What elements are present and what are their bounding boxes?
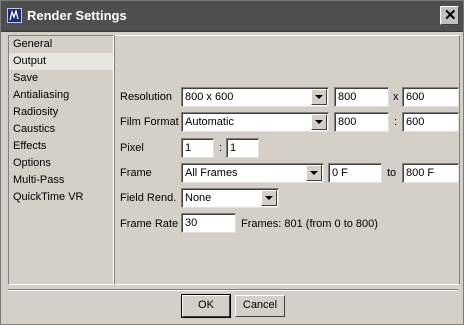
sidebar-item-antialiasing[interactable]: Antialiasing <box>9 87 113 104</box>
sidebar-item-caustics[interactable]: Caustics <box>9 121 113 138</box>
resolution-height-field[interactable]: 600 <box>402 87 459 107</box>
chevron-down-icon[interactable] <box>261 190 277 206</box>
sidebar-item-quicktime-vr[interactable]: QuickTime VR <box>9 189 113 206</box>
frame-range-value: All Frames <box>185 167 238 179</box>
frame-rate-label: Frame Rate <box>120 218 179 230</box>
chevron-down-icon[interactable] <box>311 114 327 130</box>
field-rend-select[interactable]: None <box>181 188 279 208</box>
sidebar-item-options[interactable]: Options <box>9 155 113 172</box>
ok-button[interactable]: OK <box>181 294 231 318</box>
sidebar-item-output[interactable]: Output <box>9 53 113 70</box>
sidebar-item-multi-pass[interactable]: Multi-Pass <box>9 172 113 189</box>
frame-rate-field[interactable]: 30 <box>181 213 236 233</box>
pixel-x-field[interactable]: 1 <box>181 138 214 158</box>
close-button[interactable]: ✕ <box>440 6 459 25</box>
frame-to-field[interactable]: 800 F <box>402 163 459 183</box>
title-bar[interactable]: Render Settings ✕ <box>1 1 463 32</box>
app-icon <box>7 8 22 23</box>
resolution-preset-value: 800 x 600 <box>185 91 234 103</box>
category-list: General Output Save Antialiasing Radiosi… <box>8 35 114 285</box>
film-format-label: Film Format <box>120 116 179 128</box>
film-format-select[interactable]: Automatic <box>181 112 329 132</box>
chevron-down-icon[interactable] <box>311 89 327 105</box>
frames-info-text: Frames: 801 (from 0 to 800) <box>241 218 378 230</box>
film-format-separator: : <box>394 116 398 128</box>
sidebar-item-save[interactable]: Save <box>9 70 113 87</box>
sidebar-item-radiosity[interactable]: Radiosity <box>9 104 113 121</box>
frame-range-select[interactable]: All Frames <box>181 163 324 183</box>
film-format-width-field[interactable]: 800 <box>334 112 389 132</box>
film-format-height-field[interactable]: 600 <box>402 112 459 132</box>
bottom-divider <box>8 289 458 291</box>
close-icon: ✕ <box>444 7 457 24</box>
pixel-label: Pixel <box>120 142 144 154</box>
field-rend-value: None <box>185 192 212 204</box>
frame-to-label: to <box>387 167 397 179</box>
sidebar-item-general[interactable]: General <box>9 36 113 53</box>
chevron-down-icon[interactable] <box>306 165 322 181</box>
resolution-width-field[interactable]: 800 <box>334 87 389 107</box>
resolution-preset-select[interactable]: 800 x 600 <box>181 87 329 107</box>
pixel-separator: : <box>219 142 223 154</box>
resolution-separator: x <box>393 91 399 103</box>
cancel-button[interactable]: Cancel <box>235 295 285 317</box>
render-settings-window: Render Settings ✕ General Output Save An… <box>0 0 464 325</box>
field-rend-label: Field Rend. <box>120 192 177 204</box>
sidebar-item-effects[interactable]: Effects <box>9 138 113 155</box>
window-title: Render Settings <box>27 8 127 23</box>
output-panel: Resolution 800 x 600 800 x 600 Film Form… <box>114 35 460 285</box>
frame-label: Frame <box>120 167 152 179</box>
film-format-value: Automatic <box>185 116 234 128</box>
frame-from-field[interactable]: 0 F <box>328 163 382 183</box>
resolution-label: Resolution <box>120 91 172 103</box>
pixel-y-field[interactable]: 1 <box>226 138 259 158</box>
